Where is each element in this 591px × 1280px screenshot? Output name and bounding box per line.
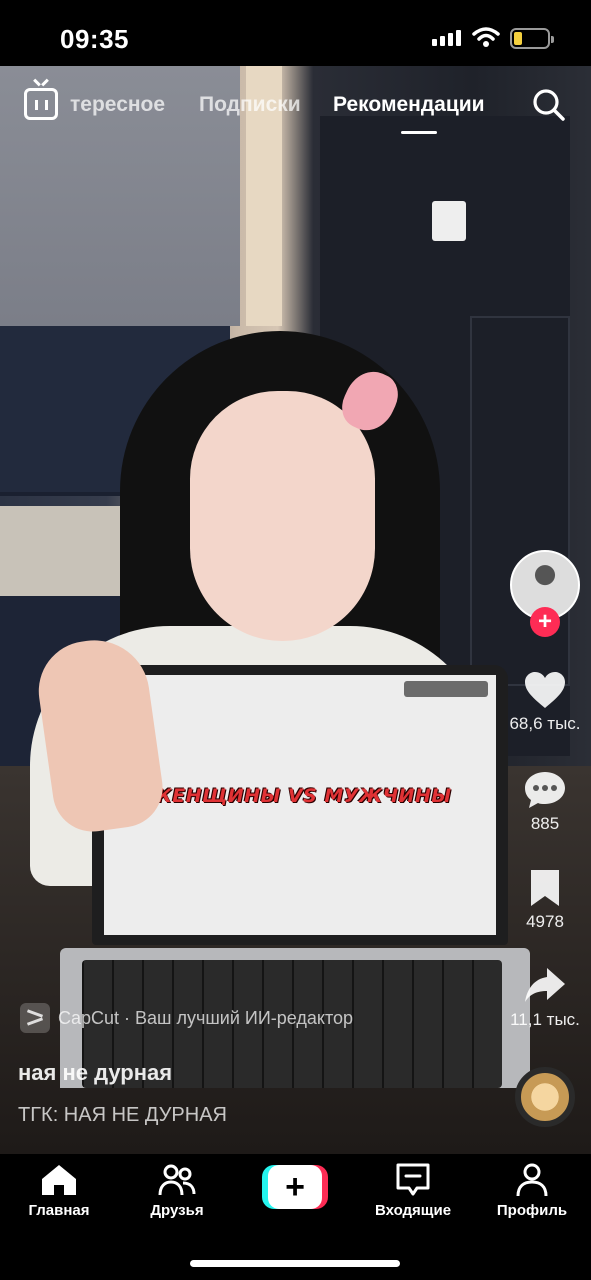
- capcut-label: CapCut · Ваш лучший ИИ-редактор: [58, 1007, 354, 1028]
- comment-icon: [525, 772, 565, 808]
- live-tv-icon[interactable]: [24, 88, 58, 120]
- share-icon: [525, 968, 565, 1002]
- capcut-anchor[interactable]: CapCut · Ваш лучший ИИ-редактор: [20, 1003, 353, 1033]
- battery-icon: [510, 28, 554, 49]
- status-bar: 09:35: [0, 0, 591, 66]
- follow-button[interactable]: +: [530, 607, 560, 637]
- friends-icon: [158, 1164, 196, 1196]
- sound-disc-icon[interactable]: [515, 1067, 575, 1127]
- nav-profile-label: Профиль: [496, 1202, 568, 1219]
- heart-icon: [525, 672, 565, 708]
- nav-friends-label: Друзья: [150, 1202, 204, 1219]
- capcut-icon: [20, 1003, 50, 1033]
- tab-recommendations[interactable]: Рекомендации: [333, 93, 485, 117]
- signal-icon: [432, 30, 461, 46]
- home-icon: [42, 1165, 76, 1195]
- search-icon[interactable]: [532, 88, 566, 122]
- nav-home-label: Главная: [28, 1202, 90, 1219]
- comment-count: 885: [530, 814, 560, 833]
- nav-friends[interactable]: Друзья: [122, 1162, 232, 1219]
- person-face: [190, 391, 375, 641]
- laptop-notification: [404, 681, 488, 697]
- like-button[interactable]: 68,6 тыс.: [495, 670, 591, 734]
- video-description[interactable]: ТГК: НАЯ НЕ ДУРНАЯ: [18, 1104, 227, 1127]
- like-count: 68,6 тыс.: [509, 714, 581, 733]
- nav-profile[interactable]: Профиль: [477, 1162, 587, 1219]
- tab-interesting[interactable]: тересное: [70, 93, 178, 117]
- scene-counter: [0, 506, 140, 596]
- nav-inbox[interactable]: Входящие: [358, 1162, 468, 1219]
- laptop-title-text: ЖЕНЩИНЫ VS МУЖЧИНЫ: [148, 785, 452, 807]
- share-count: 11,1 тыс.: [510, 1010, 580, 1029]
- status-time: 09:35: [60, 24, 129, 54]
- top-nav: тересное Подписки Рекомендации: [0, 70, 591, 140]
- active-tab-indicator: [401, 131, 437, 134]
- bookmark-icon: [531, 870, 559, 906]
- profile-icon: [516, 1163, 548, 1197]
- home-indicator[interactable]: [190, 1260, 400, 1267]
- favorite-button[interactable]: 4978: [495, 868, 591, 932]
- nav-inbox-label: Входящие: [374, 1202, 452, 1219]
- comment-button[interactable]: 885: [495, 770, 591, 834]
- favorite-count: 4978: [526, 912, 564, 931]
- share-button[interactable]: 11,1 тыс.: [495, 966, 591, 1030]
- inbox-icon: [396, 1163, 430, 1196]
- scene-door-sign: [432, 201, 466, 241]
- tab-subscriptions[interactable]: Подписки: [199, 93, 301, 117]
- create-plus-icon: +: [268, 1165, 322, 1209]
- laptop-display: ЖЕНЩИНЫ VS МУЖЧИНЫ: [104, 675, 496, 935]
- nav-home[interactable]: Главная: [4, 1162, 114, 1219]
- wifi-icon: [472, 27, 500, 47]
- create-button[interactable]: +: [262, 1165, 328, 1209]
- author-name[interactable]: ная не дурная: [18, 1060, 172, 1086]
